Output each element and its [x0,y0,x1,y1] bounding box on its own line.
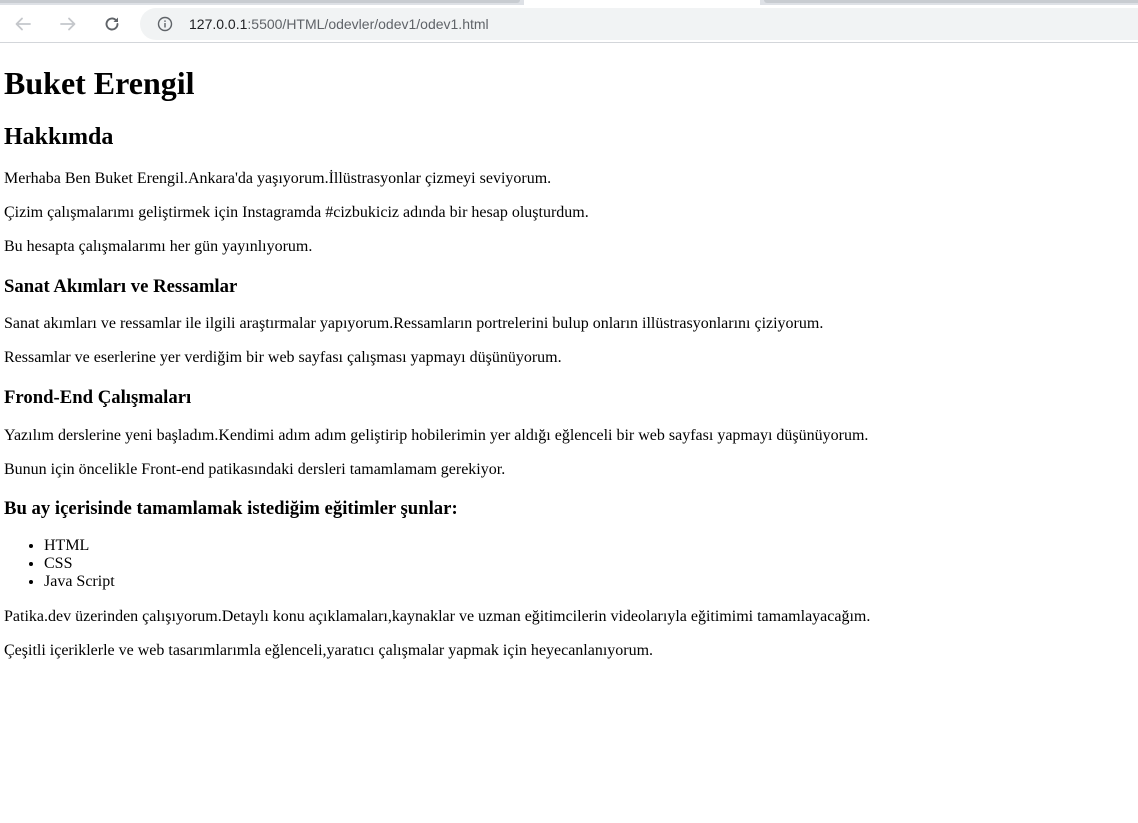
list-item-javascript: Java Script [44,573,115,591]
goals-heading: Bu ay içerisinde tamamlamak istediğim eğ… [4,498,458,519]
inactive-tab-left[interactable] [0,0,520,3]
goals-list: HTML CSS Java Script [4,537,115,591]
reload-icon [105,17,119,31]
art-paragraph-1: Sanat akımları ve ressamlar ile ilgili a… [4,315,824,332]
closing-paragraph-1: Patika.dev üzerinden çalışıyorum.Detaylı… [4,608,871,625]
frontend-heading: Frond-End Çalışmaları [4,387,192,408]
arrow-left-icon [15,17,31,31]
closing-paragraph-2: Çeşitli içeriklerle ve web tasarımlarıml… [4,642,654,659]
art-paragraph-2: Ressamlar ve eserlerine yer verdiğim bir… [4,349,562,366]
url-host: 127.0.0.1 [189,16,248,32]
about-paragraph-3: Bu hesapta çalışmalarımı her gün yayınlı… [4,238,313,255]
info-icon[interactable] [157,16,173,32]
list-item-html: HTML [44,537,115,555]
about-paragraph-2: Çizim çalışmalarımı geliştirmek için Ins… [4,204,589,221]
frontend-paragraph-2: Bunun için öncelikle Front-end patikasın… [4,461,506,478]
reload-button[interactable] [97,9,127,39]
forward-button[interactable] [53,9,83,39]
list-item-css: CSS [44,555,115,573]
url-path: :5500/HTML/odevler/odev1/odev1.html [247,16,489,32]
page-title: Buket Erengil [4,65,195,101]
about-paragraph-1: Merhaba Ben Buket Erengil.Ankara'da yaşı… [4,170,552,187]
frontend-paragraph-1: Yazılım derslerine yeni başladım.Kendimi… [4,427,869,444]
inactive-tab-right[interactable] [764,0,1138,3]
about-heading: Hakkımda [4,124,114,150]
browser-toolbar: 127.0.0.1:5500/HTML/odevler/odev1/odev1.… [0,5,1138,43]
url-text[interactable]: 127.0.0.1:5500/HTML/odevler/odev1/odev1.… [189,16,489,32]
back-button[interactable] [8,9,38,39]
address-bar[interactable]: 127.0.0.1:5500/HTML/odevler/odev1/odev1.… [140,8,1138,40]
art-heading: Sanat Akımları ve Ressamlar [4,276,238,297]
arrow-right-icon [60,17,76,31]
